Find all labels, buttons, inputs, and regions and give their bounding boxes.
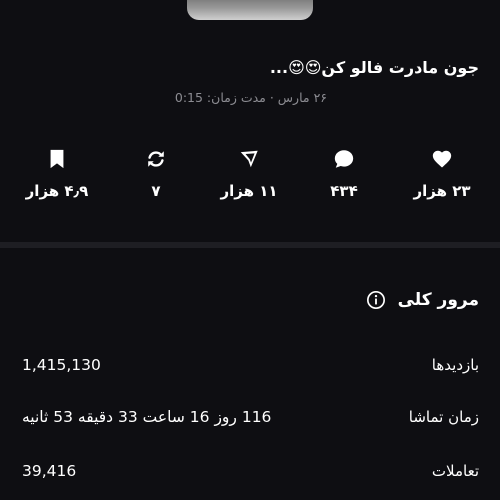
interactions-label: تعاملات <box>431 462 479 480</box>
watch-time-value: 116 روز 16 ساعت 33 دقیقه 53 ثانیه <box>22 408 272 426</box>
section-divider <box>0 242 500 248</box>
watch-time-row: 116 روز 16 ساعت 33 دقیقه 53 ثانیه زمان ت… <box>22 405 479 429</box>
heart-icon <box>432 150 452 168</box>
send-icon <box>240 150 258 168</box>
reposts-count: ۷ <box>151 182 161 200</box>
views-label: بازدیدها <box>431 356 479 374</box>
saves-count: ۴٫۹ هزار <box>25 182 89 200</box>
shares-count: ۱۱ هزار <box>220 182 278 200</box>
watch-time-label: زمان تماشا <box>408 408 479 426</box>
interactions-value: 39,416 <box>22 462 77 480</box>
post-thumbnail[interactable] <box>187 0 313 20</box>
shares-stat[interactable]: ۱۱ هزار <box>204 148 294 200</box>
comments-count: ۴۳۴ <box>330 182 358 200</box>
post-meta: ۲۶ مارس · مدت زمان: 0:15 <box>174 90 327 105</box>
repost-icon <box>148 151 164 167</box>
views-value: 1,415,130 <box>22 356 101 374</box>
bookmark-icon <box>50 149 64 169</box>
views-row: 1,415,130 بازدیدها <box>22 353 479 377</box>
comment-icon <box>334 150 354 168</box>
overview-title: مرور کلی <box>397 290 479 310</box>
saves-stat[interactable]: ۴٫۹ هزار <box>12 148 102 200</box>
likes-count: ۲۳ هزار <box>413 182 471 200</box>
engagement-stats: ۲۳ هزار ۴۳۴ ۱۱ هزار ۷ ۴٫۹ هزار <box>0 148 500 210</box>
post-caption: جون مادرت فالو کن😍😍... <box>269 58 479 77</box>
comments-stat[interactable]: ۴۳۴ <box>299 148 389 200</box>
likes-stat[interactable]: ۲۳ هزار <box>397 148 487 200</box>
info-icon[interactable] <box>366 290 386 310</box>
reposts-stat[interactable]: ۷ <box>111 148 201 200</box>
overview-header: مرور کلی <box>366 290 479 310</box>
interactions-row: 39,416 تعاملات <box>22 459 479 483</box>
